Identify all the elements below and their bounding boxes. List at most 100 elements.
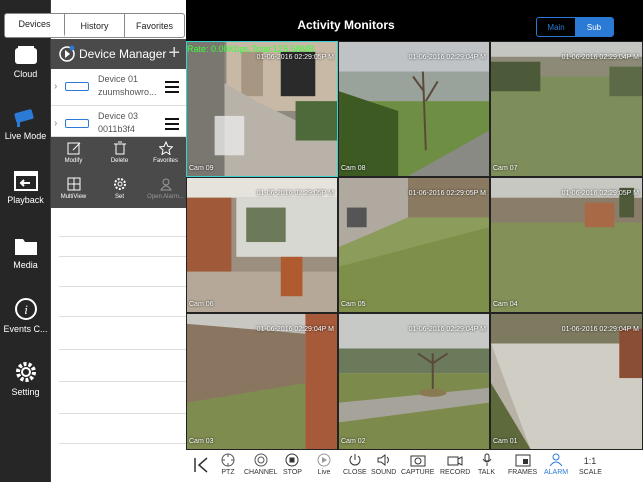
sub-stream-button[interactable]: Sub	[575, 18, 613, 36]
camera-feed-image	[339, 178, 489, 312]
power-icon	[349, 454, 361, 466]
speaker-icon	[377, 454, 389, 466]
camera-tile[interactable]: 01-06-2016 02:29:05P M Cam 04	[490, 177, 643, 313]
divider	[59, 256, 186, 257]
tab-history[interactable]: History	[65, 14, 125, 37]
frames-button[interactable]: FRAMES	[508, 453, 537, 476]
close-label: CLOSE	[343, 469, 367, 476]
trash-icon	[113, 141, 126, 155]
camera-feed-image	[339, 314, 489, 449]
record-button[interactable]: RECORD	[440, 453, 470, 476]
camera-label: Cam 09	[189, 165, 214, 172]
camera-tile[interactable]: 01-06-2016 02:29:04P M Cam 07	[490, 41, 643, 177]
nav-cloud-label: Cloud	[13, 69, 38, 79]
tab-favorites[interactable]: Favorites	[125, 14, 184, 37]
camera-timestamp: 01-06-2016 02:29:04P M	[408, 326, 486, 333]
camera-tile[interactable]: Rate: 0.00Kbps,Total:125.58MB 01-06-2016…	[186, 41, 338, 177]
menu-icon[interactable]	[165, 81, 179, 96]
camera-tile[interactable]: 01-06-2016 02:29:04P M Cam 03	[186, 313, 338, 450]
device-row[interactable]: › Device 01 zuumshowro...	[51, 69, 186, 106]
sound-button[interactable]: SOUND	[371, 453, 396, 476]
channel-button[interactable]: CHANNEL	[244, 453, 277, 476]
nav-media[interactable]: Media	[0, 235, 51, 270]
camera-feed-image	[187, 178, 337, 312]
delete-button[interactable]: Delete	[97, 137, 142, 172]
camera-tile[interactable]: 01-06-2016 02:29:05P M Cam 06	[186, 177, 338, 313]
scale-button[interactable]: 1:1 SCALE	[579, 453, 602, 476]
talk-button[interactable]: TALK	[478, 453, 495, 476]
camera-feed-image	[187, 42, 337, 176]
live-button[interactable]: Live	[316, 453, 332, 476]
camera-tile[interactable]: 01-06-2016 02:29:04P M Cam 08	[338, 41, 490, 177]
nav-events[interactable]: i Events C...	[0, 297, 51, 334]
cloud-icon	[14, 46, 37, 64]
device-id: 0011b3f4	[98, 124, 135, 134]
alarm-button[interactable]: ALARM	[544, 453, 568, 476]
camera-timestamp: 01-06-2016 02:29:04P M	[408, 54, 486, 61]
camera-label: Cam 01	[493, 438, 518, 445]
stop-button[interactable]: STOP	[283, 453, 302, 476]
divider	[59, 286, 186, 287]
nav-live-mode[interactable]: Live Mode	[0, 106, 51, 141]
alarm-label: ALARM	[544, 469, 569, 476]
camera-timestamp: 01-06-2016 02:29:05P M	[408, 190, 486, 197]
side-nav: Cloud Live Mode Playback Media i Events …	[0, 0, 51, 482]
stop-icon	[285, 453, 299, 467]
modify-button[interactable]: Modify	[51, 137, 96, 172]
divider	[59, 443, 186, 444]
star-icon	[158, 141, 173, 155]
main-stream-button[interactable]: Main	[537, 18, 575, 36]
device-id: zuumshowro...	[98, 87, 157, 97]
divider	[59, 349, 186, 350]
camera-timestamp: 01-06-2016 02:29:04P M	[561, 326, 639, 333]
collapse-left-icon	[194, 457, 208, 473]
device-name: Device 01	[98, 74, 139, 84]
camera-label: Cam 07	[493, 165, 518, 172]
chevron-right-icon: ›	[54, 81, 58, 92]
device-row[interactable]: › Device 03 0011b3f4	[51, 106, 186, 137]
nav-cloud[interactable]: Cloud	[0, 44, 51, 79]
camera-grid: Rate: 0.00Kbps,Total:125.58MB 01-06-2016…	[186, 41, 643, 450]
camera-timestamp: 01-06-2016 02:29:05P M	[561, 190, 639, 197]
nav-playback[interactable]: Playback	[0, 170, 51, 205]
camera-tile[interactable]: 01-06-2016 02:29:04P M Cam 01	[490, 313, 643, 450]
bottom-toolbar: PTZ CHANNEL STOP Live CLOSE SOUND CAPTUR…	[186, 450, 643, 482]
camera-timestamp: 01-06-2016 02:29:05P M	[256, 54, 334, 61]
camera-feed-image	[491, 314, 642, 449]
camera-label: Cam 04	[493, 301, 518, 308]
talk-label: TALK	[478, 469, 495, 476]
main-header: Activity Monitors Main Sub	[186, 11, 643, 41]
add-device-button[interactable]: +	[168, 42, 180, 65]
frames-label: FRAMES	[508, 469, 538, 476]
device-actions: Modify Delete Favorites MultiView Set Op…	[51, 137, 188, 208]
info-icon: i	[14, 298, 37, 320]
camera-feed-image	[491, 178, 642, 312]
camera-feed-image	[187, 314, 337, 449]
tab-devices[interactable]: Devices	[5, 14, 65, 37]
close-button[interactable]: CLOSE	[343, 453, 367, 476]
set-button[interactable]: Set	[97, 173, 142, 208]
camera-tile[interactable]: 01-06-2016 02:29:04P M Cam 02	[338, 313, 490, 450]
ptz-button[interactable]: PTZ	[220, 453, 236, 476]
nav-media-label: Media	[13, 260, 38, 270]
open-alarm-button[interactable]: Open Alarm...	[143, 173, 188, 208]
dvr-icon	[65, 82, 89, 91]
capture-button[interactable]: CAPTURE	[401, 453, 434, 476]
multiview-button[interactable]: MultiView	[51, 173, 96, 208]
collapse-panel-button[interactable]	[192, 456, 210, 476]
camera-label: Cam 08	[341, 165, 366, 172]
svg-text:1:1: 1:1	[584, 456, 597, 466]
camera-label: Cam 03	[189, 438, 214, 445]
camera-tile[interactable]: 01-06-2016 02:29:05P M Cam 05	[338, 177, 490, 313]
favorites-button[interactable]: Favorites	[143, 137, 188, 172]
channel-label: CHANNEL	[244, 469, 278, 476]
camera-label: Cam 05	[341, 301, 366, 308]
device-manager-header: Device Manager +	[51, 39, 186, 69]
menu-icon[interactable]	[165, 118, 179, 133]
dvr-icon	[65, 119, 89, 128]
settings-icon	[113, 178, 126, 190]
sound-label: SOUND	[371, 469, 397, 476]
ptz-label: PTZ	[221, 469, 235, 476]
divider	[59, 381, 186, 382]
nav-setting[interactable]: Setting	[0, 360, 51, 397]
